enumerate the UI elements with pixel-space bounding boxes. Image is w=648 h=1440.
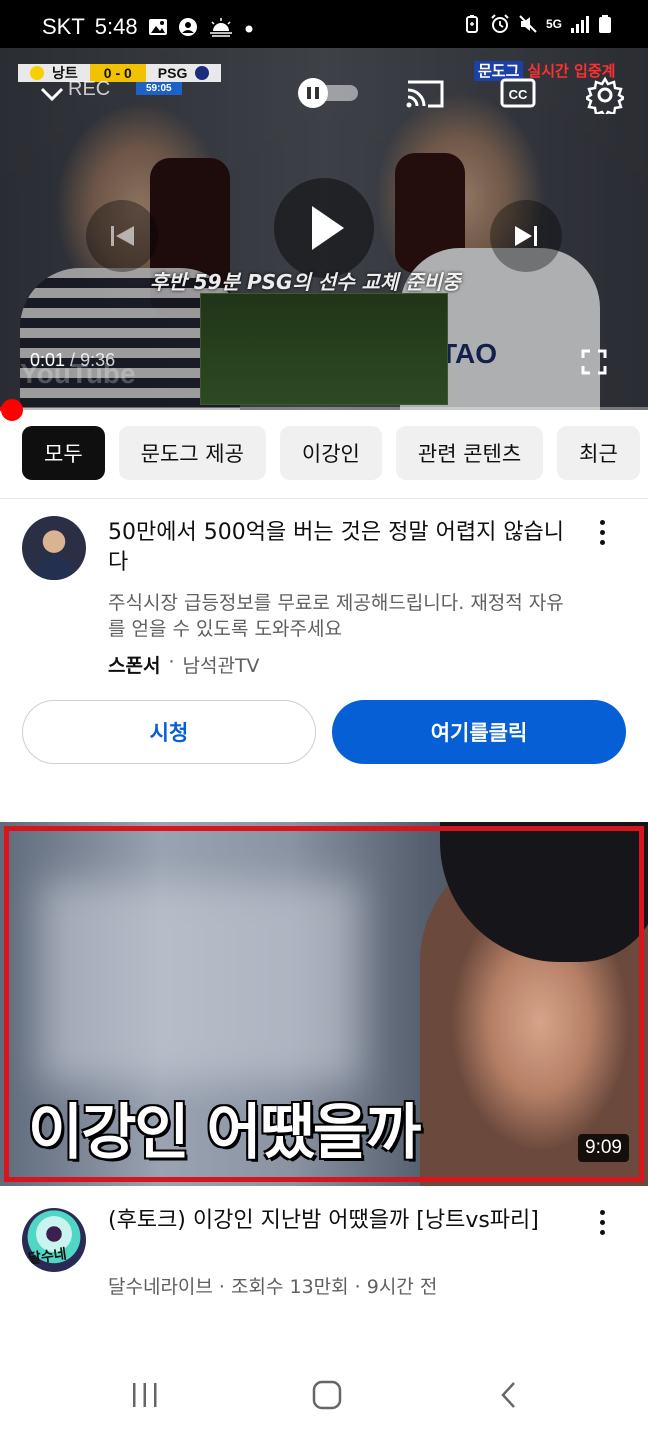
recent-apps-icon xyxy=(133,1383,157,1407)
ad-more-icon[interactable] xyxy=(592,518,612,548)
progress-scrubber[interactable] xyxy=(1,399,24,421)
minimize-chevron-icon[interactable] xyxy=(38,80,66,108)
status-left: SKT 5:48 xyxy=(42,14,254,40)
skip-next-icon xyxy=(515,226,537,246)
battery-icon xyxy=(599,15,611,33)
chip-leekangin[interactable]: 이강인 xyxy=(279,426,382,480)
video-title[interactable]: (후토크) 이강인 지난밤 어땠을까 [낭트vs파리] xyxy=(108,1206,578,1236)
thumbnail-text: 이강인 어땠을까 xyxy=(28,1098,421,1168)
filter-chips: 모두 문도그 제공 이강인 관련 콘텐츠 최근 xyxy=(22,426,648,480)
video-duration-badge: 9:09 xyxy=(578,1134,629,1162)
clock: 5:48 xyxy=(94,14,138,39)
video-meta: 달수네라이브 · 조회수 13만회 · 9시간 전 xyxy=(108,1276,438,1298)
chip-all[interactable]: 모두 xyxy=(22,426,105,480)
sunrise-icon xyxy=(209,18,232,37)
watch-button[interactable]: 시청 xyxy=(22,700,316,764)
chip-related[interactable]: 관련 콘텐츠 xyxy=(395,426,544,480)
advertiser-avatar[interactable] xyxy=(22,516,86,580)
next-video-button[interactable] xyxy=(490,200,562,272)
total-duration: 9:36 xyxy=(80,350,116,370)
svg-text:CC: CC xyxy=(509,87,528,102)
fullscreen-icon[interactable] xyxy=(580,348,608,376)
scoreboard-away: PSG xyxy=(145,64,222,82)
psg-crest-icon xyxy=(195,66,210,80)
back-icon xyxy=(501,1382,515,1408)
video-player[interactable]: TAO 낭트 0 - 0 PSG 59:05 문도그 실시간 입중계 REC CC… xyxy=(0,48,648,410)
gallery-icon xyxy=(148,19,167,35)
cta-button[interactable]: 여기를클릭 xyxy=(332,700,626,764)
advertiser-name[interactable]: 남석관TV xyxy=(183,651,260,678)
progress-track[interactable] xyxy=(0,407,648,411)
status-bar: SKT 5:48 5G xyxy=(0,0,648,48)
alarm-icon xyxy=(491,14,509,33)
time-separator: / xyxy=(65,350,81,370)
channel-avatar[interactable]: 달수네 xyxy=(22,1208,86,1272)
network-type: 5G xyxy=(545,17,562,31)
system-nav-bar xyxy=(0,1350,648,1440)
match-clock: 59:05 xyxy=(136,82,182,95)
ad-meta: 스폰서 · 남석관TV xyxy=(108,651,260,678)
channel-logo-text: 달수네 xyxy=(27,1246,68,1268)
play-button[interactable] xyxy=(274,178,374,278)
captions-icon[interactable]: CC xyxy=(500,78,536,108)
sponsor-label: 스폰서 xyxy=(108,655,161,677)
back-button[interactable] xyxy=(484,1370,534,1420)
cast-icon[interactable] xyxy=(404,76,446,110)
video-caption: 후반 59분 PSG의 선수 교체 준비중 xyxy=(150,270,461,294)
video-thumbnail[interactable]: 이강인 어땠을까 9:09 xyxy=(0,822,648,1186)
chip-mundog[interactable]: 문도그 제공 xyxy=(118,426,266,480)
autoplay-toggle[interactable] xyxy=(296,78,360,108)
rec-label: REC xyxy=(68,78,111,100)
time-readout: 0:01 / 9:36 xyxy=(30,350,115,371)
previous-video-button[interactable] xyxy=(86,200,158,272)
ad-description: 주식시장 급등정보를 무료로 제공해드립니다. 재정적 자유를 얻을 수 있도록… xyxy=(108,592,564,640)
skip-previous-icon xyxy=(111,226,134,246)
recent-apps-button[interactable] xyxy=(120,1370,170,1420)
carrier-label: SKT xyxy=(42,14,85,39)
ad-title[interactable]: 50만에서 500억을 버는 것은 정말 어렵지 않습니다 xyxy=(108,518,578,578)
account-icon xyxy=(178,18,197,36)
status-right: 5G xyxy=(462,14,612,34)
play-icon xyxy=(312,206,344,250)
meta-separator: · xyxy=(168,651,175,673)
chip-recent[interactable]: 최근 xyxy=(557,426,640,480)
settings-gear-icon[interactable] xyxy=(586,76,624,114)
mute-icon xyxy=(519,15,537,33)
nantes-crest-icon xyxy=(30,66,44,80)
video-more-icon[interactable] xyxy=(592,1208,612,1238)
signal-icon xyxy=(571,16,589,33)
current-time: 0:01 xyxy=(30,350,66,370)
home-button[interactable] xyxy=(302,1370,352,1420)
dot-icon xyxy=(245,25,253,33)
battery-saver-icon xyxy=(465,15,478,33)
home-icon xyxy=(312,1380,342,1410)
divider xyxy=(0,498,648,499)
away-team: PSG xyxy=(157,65,188,81)
